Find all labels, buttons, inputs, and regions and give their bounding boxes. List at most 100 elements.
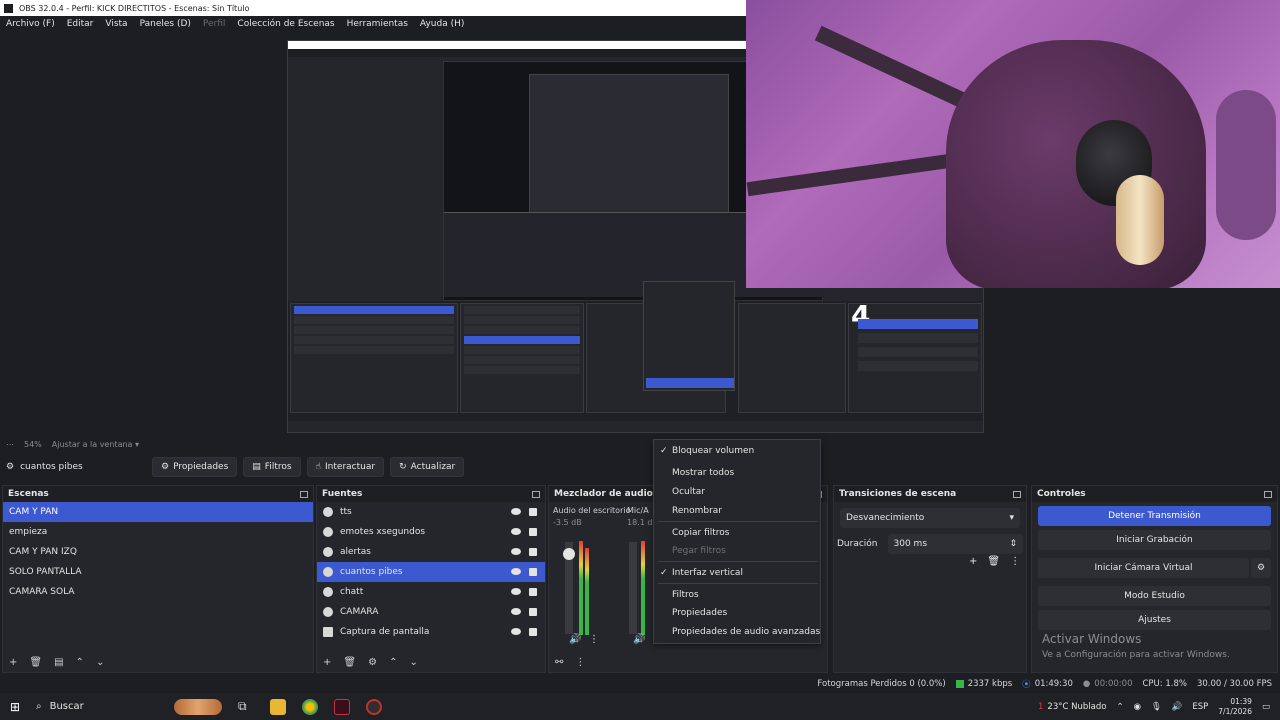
transition-select[interactable]: Desvanecimiento ▾ (840, 508, 1020, 528)
menu-tools[interactable]: Herramientas (347, 19, 408, 29)
source-item[interactable]: Captura de pantalla (317, 622, 545, 642)
arrow-down-icon[interactable]: ⌄ (96, 657, 104, 668)
eye-icon[interactable] (511, 628, 521, 635)
menu-help[interactable]: Ayuda (H) (420, 19, 464, 29)
eye-icon[interactable] (511, 508, 521, 515)
menu-item-unhide-all[interactable]: Mostrar todos (654, 464, 822, 482)
menu-item-lock-volume[interactable]: ✓ Bloquear volumen (654, 442, 822, 460)
eye-icon[interactable] (511, 568, 521, 575)
kebab-menu-icon[interactable]: ⋮ (1010, 556, 1020, 567)
notification-icon[interactable]: ▭ (1262, 702, 1270, 712)
lock-icon[interactable] (529, 528, 537, 536)
eye-icon[interactable] (511, 608, 521, 615)
eye-icon[interactable] (511, 588, 521, 595)
settings-button[interactable]: Ajustes (1038, 610, 1271, 630)
speaker-icon[interactable]: 🔊 (633, 634, 645, 645)
scene-item[interactable]: CAM Y PAN (3, 502, 313, 522)
menu-item-properties[interactable]: Propiedades (654, 604, 822, 622)
duration-spinbox[interactable]: 300 ms ⇕ (887, 534, 1023, 554)
scene-item[interactable]: empieza (3, 522, 313, 542)
browser-source-icon (323, 567, 333, 577)
zoom-percent[interactable]: 54% (24, 440, 42, 449)
source-item[interactable]: alertas (317, 542, 545, 562)
float-dock-icon[interactable] (1013, 490, 1021, 498)
float-dock-icon[interactable] (1264, 490, 1272, 498)
interact-button[interactable]: ☝ Interactuar (306, 457, 385, 477)
zoom-handle-icon[interactable]: ⋯ (6, 440, 14, 449)
language-indicator[interactable]: ESP (1192, 702, 1208, 712)
float-dock-icon[interactable] (300, 490, 308, 498)
studio-mode-button[interactable]: Modo Estudio (1038, 586, 1271, 606)
obs-icon[interactable] (366, 698, 382, 715)
menu-scene-collection[interactable]: Colección de Escenas (237, 19, 334, 29)
app-icon[interactable] (334, 698, 350, 715)
windows-start-icon[interactable]: ⊞ (10, 700, 20, 714)
network-icon[interactable]: ◉ (1134, 702, 1141, 712)
weather-widget[interactable]: 1 23°C Nublado (1038, 702, 1106, 712)
fit-window-dropdown[interactable]: Ajustar a la ventana ▾ (52, 440, 139, 449)
kebab-menu-icon[interactable]: ⋮ (575, 657, 585, 668)
news-widget-icon[interactable] (174, 698, 222, 715)
scene-item[interactable]: CAM Y PAN IZQ (3, 542, 313, 562)
float-dock-icon[interactable] (532, 490, 540, 498)
menu-item-hide[interactable]: Ocultar (654, 483, 822, 501)
source-item[interactable]: emotes xsegundos (317, 522, 545, 542)
speaker-icon[interactable]: 🔊 (569, 634, 581, 645)
menu-item-filters[interactable]: Filtros (654, 586, 822, 604)
scene-item[interactable]: SOLO PANTALLA (3, 562, 313, 582)
lock-icon[interactable] (529, 588, 537, 596)
link-icon[interactable]: ⚯ (555, 657, 563, 668)
source-item[interactable]: CAMARA (317, 602, 545, 622)
sources-dock: Fuentes tts emotes xsegundos alertas cua… (316, 485, 546, 673)
volume-slider-handle[interactable] (563, 548, 575, 560)
filter-icon[interactable]: ▤ (54, 657, 63, 668)
add-icon[interactable]: + (969, 556, 977, 567)
taskbar-search[interactable]: ⌕ Buscar (36, 701, 166, 712)
start-recording-button[interactable]: Iniciar Grabación (1038, 530, 1271, 550)
gear-icon[interactable]: ⚙ (368, 657, 377, 668)
lock-icon[interactable] (529, 548, 537, 556)
arrow-up-icon[interactable]: ⌃ (389, 657, 397, 668)
add-icon[interactable]: + (9, 657, 17, 668)
eye-icon[interactable] (511, 548, 521, 555)
menu-edit[interactable]: Editar (67, 19, 94, 29)
volume-icon[interactable]: 🔊 (1172, 702, 1183, 712)
arrow-up-icon[interactable]: ⌃ (76, 657, 84, 668)
menu-profile[interactable]: Perfil (203, 19, 226, 29)
properties-button[interactable]: ⚙ Propiedades (152, 457, 238, 477)
source-item[interactable]: chatt (317, 582, 545, 602)
source-item[interactable]: cuantos pibes (317, 562, 545, 582)
volume-slider[interactable] (629, 542, 637, 634)
file-explorer-icon[interactable] (270, 698, 286, 715)
start-virtualcam-button[interactable]: Iniciar Cámara Virtual (1038, 558, 1249, 578)
filters-button[interactable]: ▤ Filtros (243, 457, 301, 477)
menu-item-vertical-layout[interactable]: ✓ Interfaz vertical (654, 564, 822, 582)
trash-icon[interactable]: 🗑 (29, 657, 42, 668)
lock-icon[interactable] (529, 568, 537, 576)
scene-item[interactable]: CAMARA SOLA (3, 582, 313, 602)
gear-icon[interactable]: ⚙ (1251, 558, 1271, 578)
menu-file[interactable]: Archivo (F) (6, 19, 55, 29)
mic-icon[interactable]: 🎙 (1151, 702, 1162, 712)
lock-icon[interactable] (529, 608, 537, 616)
eye-icon[interactable] (511, 528, 521, 535)
menu-item-rename[interactable]: Renombrar (654, 502, 822, 520)
menu-docks[interactable]: Paneles (D) (140, 19, 191, 29)
chrome-icon[interactable] (302, 698, 318, 715)
menu-item-advanced-audio[interactable]: Propiedades de audio avanzadas (654, 623, 822, 641)
add-icon[interactable]: + (323, 657, 331, 668)
menu-item-copy-filters[interactable]: Copiar filtros (654, 524, 822, 542)
task-view-icon[interactable]: ⧉ (238, 699, 254, 715)
menu-view[interactable]: Vista (105, 19, 127, 29)
arrow-down-icon[interactable]: ⌄ (409, 657, 417, 668)
chevron-up-icon[interactable]: ⌃ (1116, 702, 1123, 712)
lock-icon[interactable] (529, 628, 537, 636)
lock-icon[interactable] (529, 508, 537, 516)
source-item[interactable]: tts (317, 502, 545, 522)
stop-streaming-button[interactable]: Detener Transmisión (1038, 506, 1271, 526)
refresh-button[interactable]: ↻ Actualizar (390, 457, 465, 477)
trash-icon[interactable]: 🗑 (987, 556, 1000, 567)
trash-icon[interactable]: 🗑 (343, 657, 356, 668)
kebab-menu-icon[interactable]: ⋮ (589, 634, 599, 645)
clock[interactable]: 01:39 7/1/2026 (1218, 697, 1252, 717)
